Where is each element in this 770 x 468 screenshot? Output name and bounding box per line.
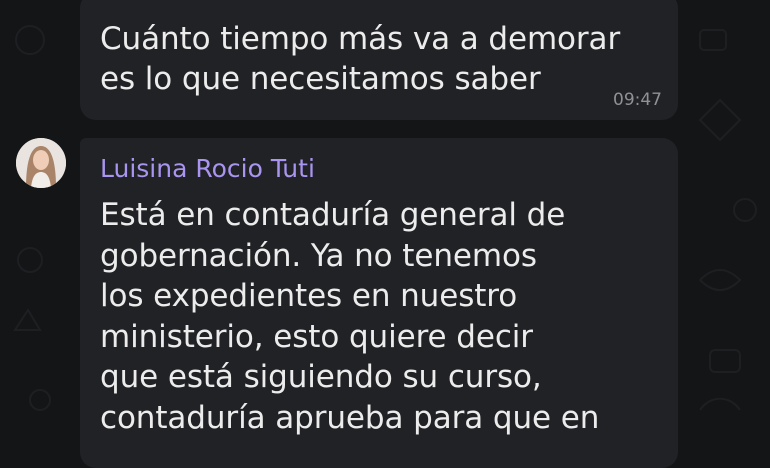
- message-timestamp: 09:47: [613, 90, 662, 110]
- message-text: Cuánto tiempo más va a demorar es lo que…: [100, 21, 621, 97]
- incoming-message-bubble[interactable]: Luisina Rocio Tuti Está en contaduría ge…: [80, 138, 678, 468]
- avatar-photo-icon: [16, 138, 66, 188]
- incoming-message-bubble[interactable]: Cuánto tiempo más va a demorar es lo que…: [80, 0, 678, 120]
- sender-name[interactable]: Luisina Rocio Tuti: [100, 154, 315, 183]
- sender-avatar[interactable]: [16, 138, 66, 188]
- message-text: Está en contaduría general de gobernació…: [100, 197, 600, 436]
